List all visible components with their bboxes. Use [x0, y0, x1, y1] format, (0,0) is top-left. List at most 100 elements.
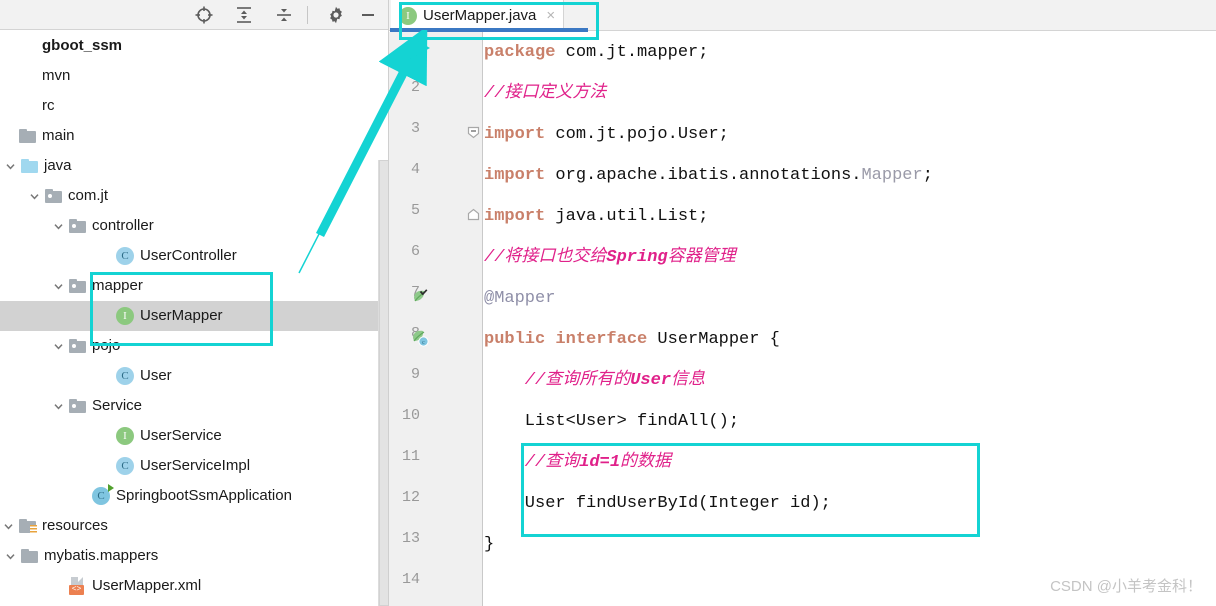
- tree-item-label: SpringbootSsmApplication: [116, 487, 292, 504]
- tree-item-label: UserController: [140, 247, 237, 264]
- line-number: 4: [410, 161, 420, 178]
- tree-item-service[interactable]: Service: [0, 391, 389, 421]
- tree-item-user[interactable]: C User: [0, 361, 389, 391]
- code-token: 信息: [671, 371, 706, 390]
- tree-item-label: UserMapper: [140, 307, 223, 324]
- code-token: //查询所有的: [484, 371, 631, 390]
- csdn-watermark: CSDN @小羊考金科！: [1050, 578, 1202, 595]
- xml-file-icon: <>: [66, 575, 88, 597]
- tree-item-main[interactable]: main: [0, 121, 389, 151]
- tree-item-usermapper[interactable]: I UserMapper: [0, 301, 389, 331]
- expand-all-icon[interactable]: [234, 5, 254, 25]
- close-icon[interactable]: ×: [546, 7, 555, 24]
- gear-icon[interactable]: [326, 5, 346, 25]
- project-panel: gboot_ssm mvn rc main java com.jt controller C U…: [0, 0, 389, 606]
- code-token: }: [484, 535, 495, 554]
- code-token: Mapper: [861, 166, 923, 185]
- line-number: 6: [410, 243, 420, 260]
- code-token: 容器管理: [667, 248, 736, 267]
- code-line-4: import org.apache.ibatis.annotations.Map…: [484, 155, 933, 196]
- tree-item-mvn[interactable]: mvn: [0, 61, 389, 91]
- code-token: List<User> findAll();: [484, 412, 740, 431]
- svg-text:c: c: [422, 340, 425, 346]
- tree-item-userserviceimpl[interactable]: C UserServiceImpl: [0, 451, 389, 481]
- tree-item-pojo[interactable]: pojo: [0, 331, 389, 361]
- editor-tab-bar: I UserMapper.java ×: [389, 0, 1216, 32]
- tree-item-userservice[interactable]: I UserService: [0, 421, 389, 451]
- code-token: import: [484, 125, 546, 144]
- tree-item-usermapper-xml[interactable]: <> UserMapper.xml: [0, 571, 389, 601]
- project-panel-scrollbar[interactable]: [378, 160, 389, 606]
- runnable-class-icon: C: [90, 484, 114, 507]
- chevron-down-icon[interactable]: [2, 151, 18, 181]
- tree-item-mybatis-mappers[interactable]: mybatis.mappers: [0, 541, 389, 571]
- crosshair-locate-icon[interactable]: [194, 5, 214, 25]
- chevron-down-icon[interactable]: [50, 211, 66, 241]
- tree-item-label: java: [44, 157, 72, 174]
- folder-res-icon: [16, 515, 38, 537]
- tree-item-controller[interactable]: controller: [0, 211, 389, 241]
- chevron-down-icon[interactable]: [50, 271, 66, 301]
- code-token: ;: [922, 166, 933, 185]
- folder-plain-icon: [16, 125, 38, 147]
- chevron-down-icon[interactable]: [26, 181, 42, 211]
- tree-item-resources[interactable]: resources: [0, 511, 389, 541]
- folder-plain-icon: [18, 545, 40, 567]
- code-token: //将接口也交给: [484, 248, 607, 267]
- spring-bean-icon[interactable]: [411, 288, 429, 306]
- collapse-all-icon[interactable]: [274, 5, 294, 25]
- tree-item-mapper[interactable]: mapper: [0, 271, 389, 301]
- code-line-6: //将接口也交给Spring容器管理: [484, 237, 736, 278]
- folder-pkg-icon: [66, 215, 88, 237]
- fold-collapse-icon[interactable]: [467, 126, 480, 139]
- spring-bean-class-icon[interactable]: c: [411, 329, 429, 347]
- minimize-icon[interactable]: [358, 5, 378, 25]
- tree-item-usercontroller[interactable]: C UserController: [0, 241, 389, 271]
- code-line-10: List<User> findAll();: [484, 401, 739, 442]
- tree-item-java[interactable]: java: [0, 151, 389, 181]
- tree-item-label: resources: [42, 517, 108, 534]
- chevron-down-icon[interactable]: [0, 511, 16, 541]
- tree-item-label: controller: [92, 217, 154, 234]
- folder-pkg-icon: [66, 335, 88, 357]
- chevron-down-icon[interactable]: [50, 331, 66, 361]
- code-token: UserMapper {: [647, 330, 780, 349]
- code-token: com.jt.mapper;: [555, 43, 709, 62]
- tree-item-label: main: [42, 127, 75, 144]
- tree-item-com-jt[interactable]: com.jt: [0, 181, 389, 211]
- code-line-13: }: [484, 524, 494, 565]
- folder-source-icon: [18, 155, 40, 177]
- code-token: User: [630, 371, 672, 390]
- chevron-down-icon[interactable]: [2, 541, 18, 571]
- tree-item-label: mvn: [42, 67, 71, 84]
- editor-gutter[interactable]: 1234567891011121314c: [389, 32, 483, 606]
- code-token: Spring: [606, 248, 668, 267]
- line-number: 1: [410, 38, 420, 55]
- code-content[interactable]: package com.jt.mapper; //接口定义方法 import com…: [484, 32, 1216, 606]
- ide-window: gboot_ssm mvn rc main java com.jt controller C U…: [0, 0, 1216, 606]
- chevron-down-icon[interactable]: [50, 391, 66, 421]
- fold-end-icon[interactable]: [467, 208, 480, 221]
- class-icon: C: [114, 365, 136, 387]
- project-tree[interactable]: gboot_ssm mvn rc main java com.jt controller C U…: [0, 31, 389, 606]
- folder-pkg-icon: [42, 185, 64, 207]
- code-token: public interface: [484, 330, 648, 349]
- tree-item-label: com.jt: [68, 187, 109, 204]
- tree-item-rc[interactable]: rc: [0, 91, 389, 121]
- code-line-5: import java.util.List;: [484, 196, 708, 237]
- tree-item-gboot-ssm[interactable]: gboot_ssm: [0, 31, 389, 61]
- code-line-11: //查询id=1的数据: [484, 442, 671, 483]
- tab-usermapper-java[interactable]: I UserMapper.java ×: [391, 0, 565, 31]
- tree-item-springbootssmapplication[interactable]: C SpringbootSsmApplication: [0, 481, 389, 511]
- tree-item-label: mapper: [92, 277, 143, 294]
